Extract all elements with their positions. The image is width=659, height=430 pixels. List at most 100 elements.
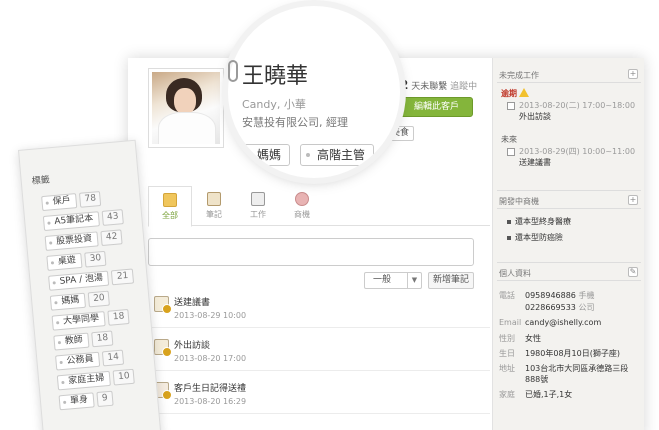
tag-count: 14 (101, 349, 125, 367)
activity-time: 2013-08-20 16:29 (174, 397, 247, 406)
tag-count: 18 (107, 308, 131, 326)
deals-panel-title: 開發中商機 (499, 197, 539, 206)
tag-label: SPA / 泡湯 (48, 270, 110, 291)
contact-name: 王曉華 (242, 64, 309, 89)
note-type-select[interactable]: 一般 ▼ (364, 272, 422, 289)
right-sidebar: 未完成工作 + 逾期 2013-08-20(二) 17:00~18:00 外出訪… (492, 58, 644, 430)
tag-label: 教師 (53, 332, 90, 351)
days-label: 天未聯繫 (411, 82, 448, 92)
info-row-email: Email candy@ishelly.com (499, 318, 601, 327)
info-value: 103台北市大同區承德路三段 (525, 364, 629, 373)
activity-item[interactable]: 送建議書 2013-08-29 10:00 (148, 290, 490, 328)
tab-deals[interactable]: 商機 (280, 186, 324, 226)
divider (497, 262, 641, 263)
tag-count: 9 (96, 390, 114, 408)
tag-count: 21 (111, 268, 135, 286)
activity-title: 外出訪談 (174, 341, 211, 351)
info-value: 1980年08月10日(獅子座) (525, 349, 620, 358)
tag-count: 42 (100, 229, 124, 247)
calendar-clock-icon (154, 339, 172, 357)
magnifier-callout: 王曉華 Candy, 小華 安慧投有限公司, 經理 媽媽 高階主管 (228, 6, 400, 178)
tag-filter-item[interactable]: 單身 9 (58, 390, 114, 411)
divider (497, 280, 641, 281)
tag-label: 單身 (58, 392, 95, 411)
tag-count: 30 (84, 250, 107, 268)
tab-deals-label: 商機 (294, 210, 310, 219)
contact-tag-mom[interactable]: 媽媽 (240, 144, 291, 166)
deal-item[interactable]: 還本型防癌險 (507, 232, 563, 243)
divider (497, 82, 641, 83)
deal-item[interactable]: 還本型終身醫療 (507, 216, 571, 227)
overdue-label: 逾期 (501, 88, 529, 99)
note-icon (207, 192, 221, 206)
info-label: 電話 (499, 291, 515, 300)
task-checkbox[interactable] (507, 102, 515, 110)
info-row-family: 家庭 已婚,1子,1女 (499, 389, 572, 400)
edit-contact-button[interactable]: 編輯此客戶 (400, 97, 473, 117)
tag-filter-item[interactable]: 媽媽 20 (49, 290, 111, 311)
info-panel-title: 個人資料 (499, 269, 531, 278)
activity-time: 2013-08-29 10:00 (174, 311, 247, 320)
tasks-panel-title: 未完成工作 (499, 71, 539, 80)
tag-filter-item[interactable]: 家庭主婦 10 (56, 368, 136, 391)
warning-icon (519, 88, 529, 97)
contact-nickname: Candy, 小華 (242, 98, 306, 111)
info-value: 888號 (525, 375, 549, 384)
tag-filter-item[interactable]: 教師 18 (53, 330, 114, 351)
tag-label: 媽媽 (49, 292, 87, 311)
deal-icon (295, 192, 309, 206)
info-value[interactable]: 0958946886 (525, 291, 576, 300)
app-stage: 2 天未聯繫 追蹤中 編輯此客戶 愛吃美食 全部 筆記 工作 商機 一般 ▼ 新… (0, 0, 659, 430)
chevron-down-icon[interactable]: ▼ (407, 273, 421, 288)
contact-tag-executive[interactable]: 高階主管 (300, 144, 375, 166)
tab-notes-label: 筆記 (206, 210, 222, 219)
info-label: 性別 (499, 334, 515, 343)
calendar-clock-icon (154, 296, 172, 314)
tag-label: 家庭主婦 (56, 370, 111, 391)
task-title: 送建議書 (519, 158, 551, 167)
avatar[interactable] (148, 68, 224, 148)
divider (497, 190, 641, 191)
tag-filter-item[interactable]: SPA / 泡湯 21 (48, 268, 135, 291)
activity-item[interactable]: 客戶生日記得送禮 2013-08-20 16:29 (148, 376, 490, 414)
info-label: 地址 (499, 364, 515, 373)
tracking-status[interactable]: 追蹤中 (450, 82, 477, 92)
activity-item[interactable]: 外出訪談 2013-08-20 17:00 (148, 333, 490, 371)
tag-filter-item[interactable]: 公務員 14 (55, 349, 125, 371)
tab-notes[interactable]: 筆記 (192, 186, 236, 226)
activity-title: 客戶生日記得送禮 (174, 384, 247, 394)
tag-label: 大學同學 (51, 311, 106, 331)
add-note-button[interactable]: 新增筆記 (428, 272, 474, 289)
note-type-value: 一般 (373, 275, 392, 285)
tag-label: A5筆記本 (42, 211, 100, 232)
tag-filter-item[interactable]: 大學同學 18 (51, 308, 131, 331)
add-deal-icon[interactable]: + (628, 195, 638, 205)
info-value: 女性 (525, 334, 541, 343)
tag-filter-item[interactable]: 股票投資 42 (44, 229, 124, 251)
info-label: Email (499, 318, 522, 327)
info-value: 已婚,1子,1女 (525, 390, 573, 399)
tab-tasks[interactable]: 工作 (236, 186, 280, 226)
tab-all[interactable]: 全部 (148, 186, 192, 227)
activity-title: 送建議書 (174, 298, 211, 308)
task-icon (251, 192, 265, 206)
note-input[interactable] (148, 238, 474, 266)
tags-panel-title: 標籤 (31, 175, 51, 187)
tag-label: 公務員 (55, 351, 101, 371)
tag-filter-item[interactable]: 保戶 78 (41, 190, 102, 212)
overdue-text: 逾期 (501, 89, 517, 98)
task-date: 2013-08-20(二) 17:00~18:00 (519, 101, 636, 110)
tag-filter-item[interactable]: 桌遊 30 (46, 250, 107, 271)
edit-info-icon[interactable]: ✎ (628, 267, 638, 277)
info-label: 家庭 (499, 390, 515, 399)
add-task-icon[interactable]: + (628, 69, 638, 79)
task-checkbox[interactable] (507, 148, 515, 156)
info-value[interactable]: 0228669533 (525, 303, 576, 312)
info-value[interactable]: candy@ishelly.com (525, 318, 601, 327)
tag-filter-item[interactable]: A5筆記本 43 (42, 209, 125, 232)
info-suffix: 手機 (578, 291, 595, 300)
tag-label: 股票投資 (44, 231, 99, 251)
tag-count: 20 (87, 290, 111, 308)
info-row-birthday: 生日 1980年08月10日(獅子座) (499, 348, 620, 359)
tag-count: 43 (101, 209, 125, 226)
